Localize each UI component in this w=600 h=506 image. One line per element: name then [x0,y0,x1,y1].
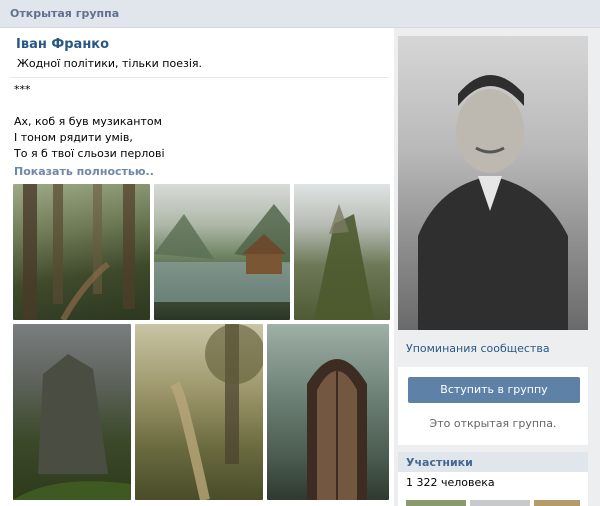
member-avatar[interactable] [534,500,580,506]
members-count: 1 322 человека [406,476,495,489]
group-name: Іван Франко [16,37,110,52]
members-title: Участники [406,456,473,469]
group-main-panel: Іван Франко Жодної політики, тільки поез… [0,28,394,506]
group-type-bar: Открытая группа [0,0,600,28]
post-line: То я б твої сльози перлові [14,147,165,160]
show-more-link[interactable]: Показать полностью.. [14,165,154,178]
post-photo-forest[interactable] [13,184,150,320]
open-group-note: Это открытая группа. [429,417,557,430]
join-group-button[interactable]: Вступить в группу [408,377,580,403]
post-photo-path[interactable] [135,324,263,500]
post-line [14,98,384,114]
post-photo-mossy-stump[interactable] [294,184,390,320]
group-status: Жодної політики, тільки поезія. [17,57,202,70]
post-line: І тоном рядити умів, [14,131,133,144]
members-header[interactable]: Участники [398,452,588,472]
group-avatar-portrait[interactable] [398,36,588,330]
members-panel: Участники 1 322 человека [398,452,588,506]
member-avatar[interactable] [470,500,530,506]
join-panel: Вступить в группу Это открытая группа. [398,367,588,445]
post-line: *** [14,83,31,96]
post-text: *** Ах, коб я був музикантом І тоном ряд… [14,82,384,162]
divider [10,77,388,78]
member-avatar[interactable] [406,500,466,506]
post-line: Ах, коб я був музикантом [14,115,162,128]
group-type-label: Открытая группа [10,7,120,20]
post-photo-lake-cabin[interactable] [154,184,290,320]
post-photo-arch-window[interactable] [267,324,389,500]
community-mentions-link[interactable]: Упоминания сообщества [406,342,550,355]
post-photo-ruins[interactable] [13,324,131,500]
